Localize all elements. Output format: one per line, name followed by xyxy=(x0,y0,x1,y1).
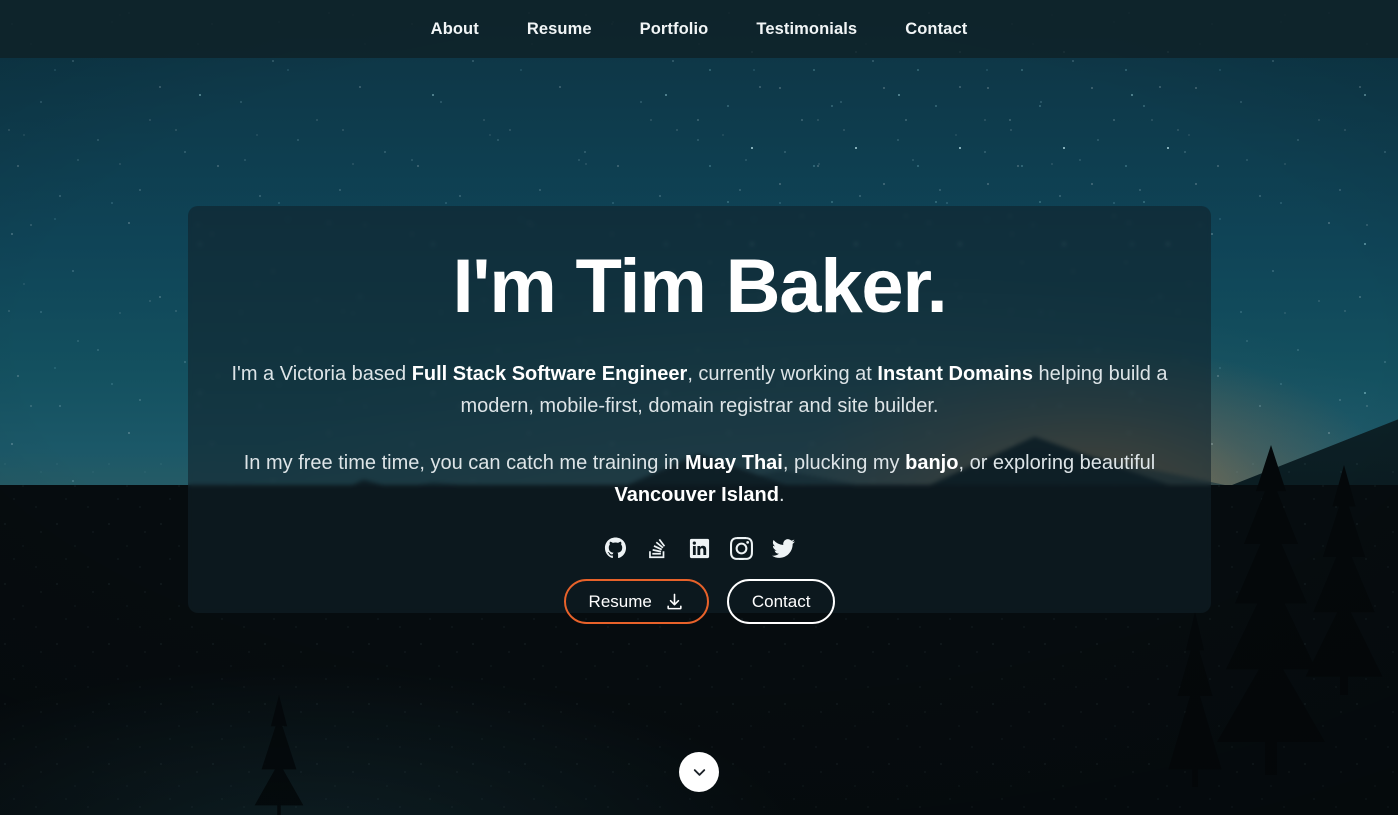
nav-link-portfolio[interactable]: Portfolio xyxy=(632,14,717,45)
instagram-icon[interactable] xyxy=(730,537,753,561)
nav-link-testimonials[interactable]: Testimonials xyxy=(748,14,865,45)
nav-link-resume[interactable]: Resume xyxy=(519,14,600,45)
hero-card: I'm Tim Baker. I'm a Victoria based Full… xyxy=(188,206,1211,625)
twitter-icon[interactable] xyxy=(772,537,795,560)
nav-link-contact[interactable]: Contact xyxy=(897,14,975,45)
hero-action-buttons: Resume Contact xyxy=(563,579,836,625)
stack-overflow-icon[interactable] xyxy=(646,537,669,560)
social-links xyxy=(604,537,795,561)
download-icon xyxy=(665,592,684,611)
resume-button[interactable]: Resume xyxy=(563,579,709,625)
chevron-down-icon xyxy=(690,763,709,782)
contact-button[interactable]: Contact xyxy=(726,579,836,625)
nav-link-about[interactable]: About xyxy=(423,14,487,45)
intro-paragraph-secondary: In my free time time, you can catch me t… xyxy=(243,452,1156,507)
scroll-down-button[interactable] xyxy=(679,752,719,792)
contact-button-label: Contact xyxy=(751,591,811,611)
github-icon[interactable] xyxy=(604,537,627,560)
main-navigation: About Resume Portfolio Testimonials Cont… xyxy=(0,0,1398,58)
resume-button-label: Resume xyxy=(588,591,652,611)
intro-paragraph-primary: I'm a Victoria based Full Stack Software… xyxy=(231,363,1168,418)
hero-section: About Resume Portfolio Testimonials Cont… xyxy=(0,0,1398,815)
linkedin-icon[interactable] xyxy=(688,537,711,560)
page-title: I'm Tim Baker. xyxy=(452,244,947,329)
